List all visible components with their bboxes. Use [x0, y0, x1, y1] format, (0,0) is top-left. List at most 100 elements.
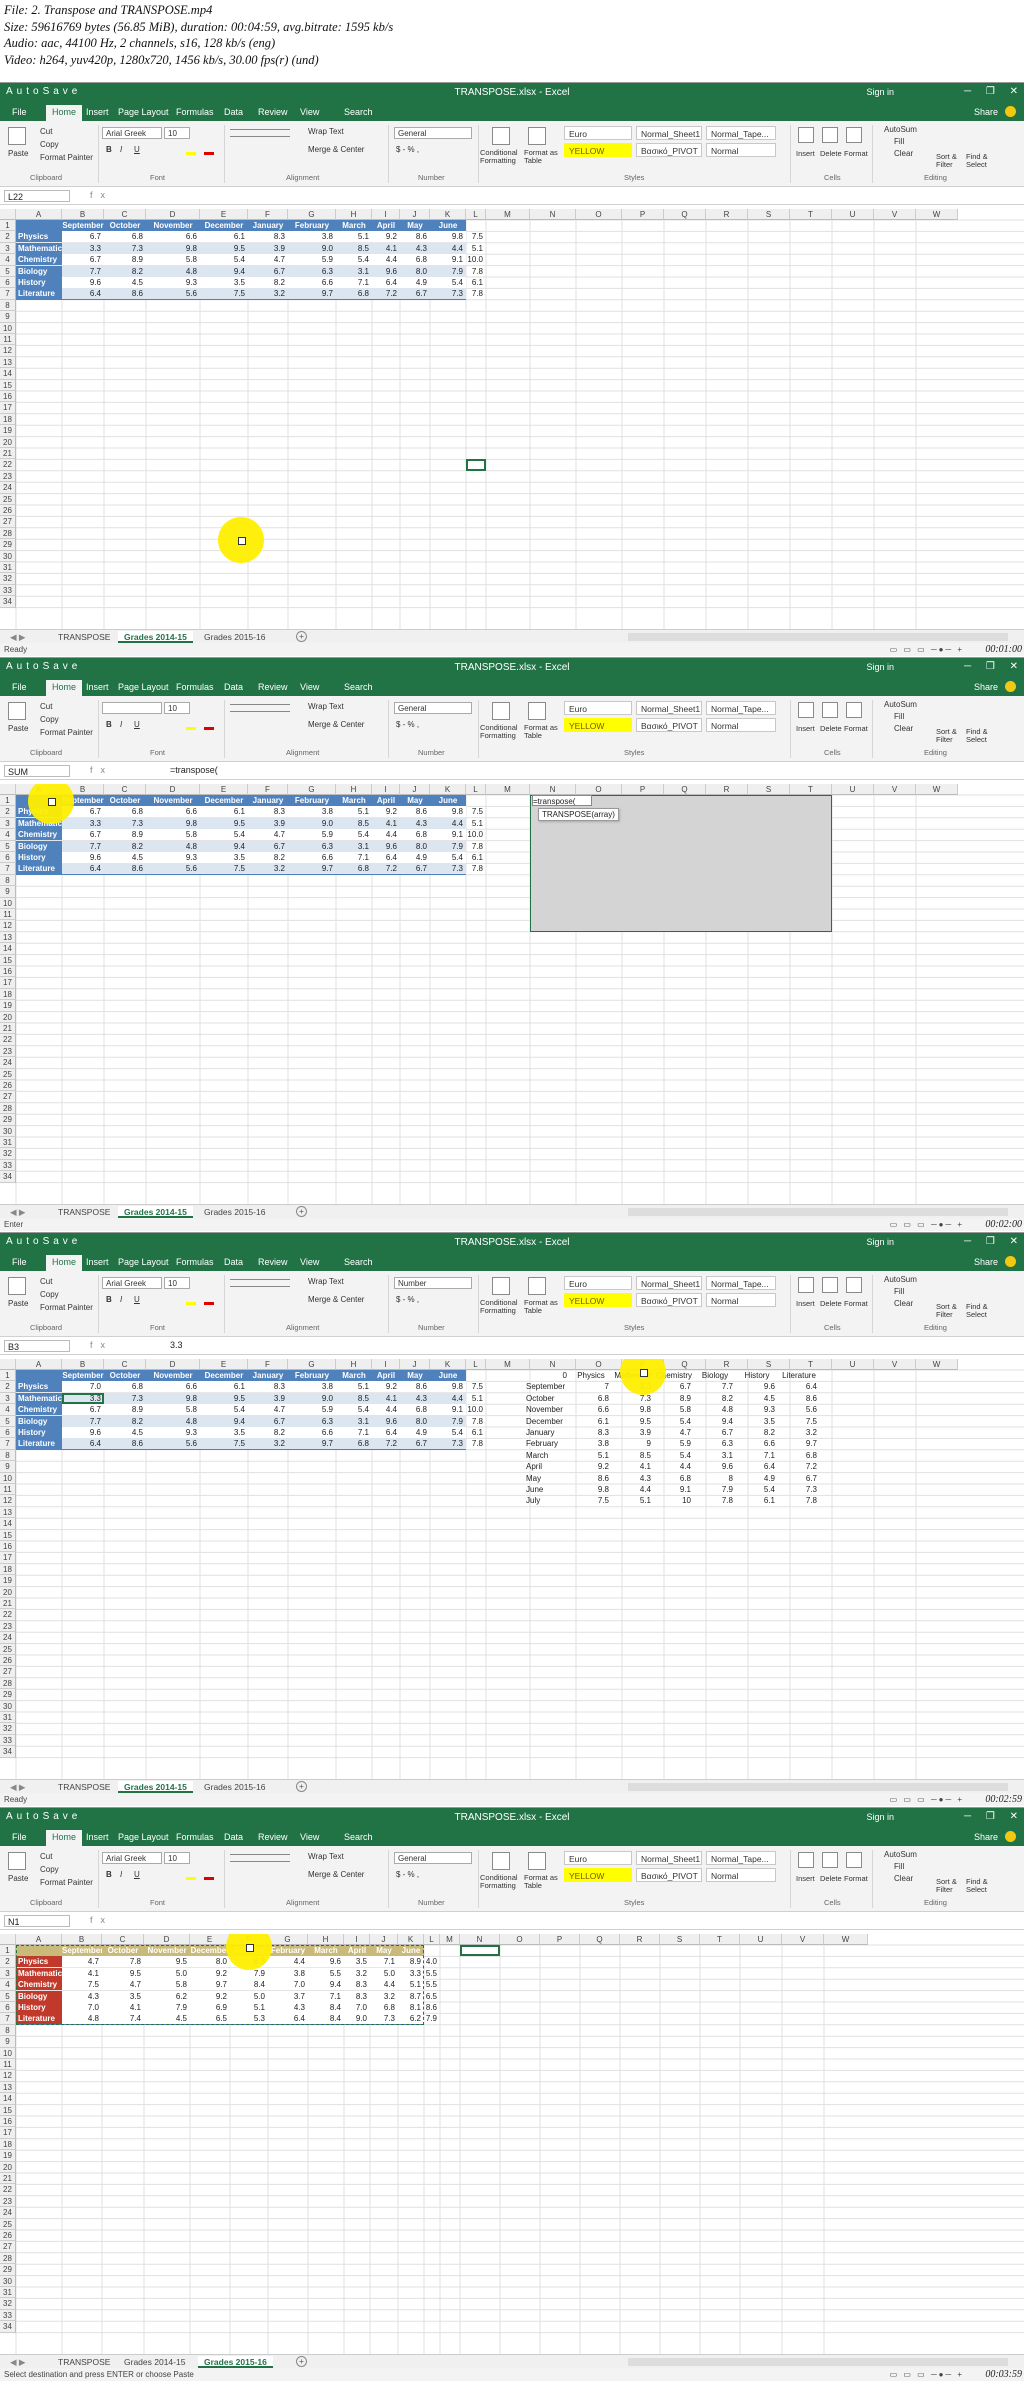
grade-cell[interactable]: 8.6 [104, 288, 146, 299]
row-header[interactable]: 22 [0, 459, 16, 471]
grade-cell[interactable]: 6.3 [288, 1416, 336, 1427]
row-header[interactable]: 34 [0, 596, 16, 608]
grade-cell[interactable]: 4.3 [400, 1393, 430, 1404]
column-header[interactable]: D [146, 784, 200, 795]
column-header[interactable]: W [916, 209, 958, 220]
row-header[interactable]: 28 [0, 1677, 16, 1690]
sheet-tab[interactable]: Grades 2014-15 [118, 631, 193, 643]
column-header[interactable]: F [248, 209, 288, 220]
row-header[interactable]: 2 [0, 1381, 16, 1393]
fx-icon[interactable]: fx [90, 1915, 113, 1925]
grade-cell[interactable]: 6.7 [62, 1404, 104, 1415]
row-header[interactable]: 21 [0, 1598, 16, 1610]
paste-button[interactable]: Paste [8, 149, 28, 158]
month-header[interactable]: July [466, 1370, 486, 1381]
grade-cell[interactable]: 4.3 [400, 818, 430, 829]
grade-cell[interactable]: 4.1 [372, 243, 400, 254]
month-header[interactable]: June [430, 1370, 466, 1381]
subject-cell[interactable]: Physics [16, 1381, 62, 1393]
column-header[interactable]: F [248, 784, 288, 795]
tell-me-search[interactable]: Search [344, 1832, 373, 1842]
month-header[interactable]: February [288, 1370, 336, 1381]
row-header[interactable]: 23 [0, 1620, 16, 1633]
format-cells-button[interactable]: Format [844, 724, 868, 733]
row-header[interactable]: 6 [0, 852, 16, 864]
grade-cell[interactable]: 9.7 [288, 1438, 336, 1449]
clear-button[interactable]: Clear [894, 1299, 913, 1308]
ribbon-tab-home[interactable]: Home [46, 680, 83, 696]
worksheet-grid[interactable]: ABCDEFGHIJKLMNOPQRSTUVW12345678910111213… [0, 1934, 1024, 2354]
grade-cell[interactable]: 9.7 [288, 288, 336, 299]
transposed-cell[interactable]: 6.6 [570, 1404, 612, 1415]
grade-cell[interactable]: 3.5 [200, 277, 248, 288]
row-header[interactable]: 12 [0, 1495, 16, 1507]
column-header[interactable]: Q [580, 1934, 620, 1945]
row-header[interactable]: 14 [0, 368, 16, 380]
grade-cell[interactable]: 3.9 [248, 1393, 288, 1404]
transposed-cell[interactable]: 5.1 [612, 1495, 654, 1506]
grade-cell[interactable]: 7.9 [430, 1416, 466, 1427]
transposed-cell[interactable]: 7.2 [778, 1461, 820, 1472]
grade-cell[interactable]: 8.3 [248, 231, 288, 242]
row-header[interactable]: 27 [0, 516, 16, 528]
formula-input[interactable]: =transpose( [170, 765, 218, 775]
style-normal-pivot[interactable]: Βασικό_PIVOT [636, 1868, 702, 1882]
grade-cell[interactable]: 3.2 [248, 863, 288, 874]
transposed-cell[interactable]: October [526, 1393, 570, 1404]
delete-cells-icon[interactable] [822, 127, 838, 143]
style-euro[interactable]: Euro [564, 1851, 632, 1865]
ribbon-tab-file[interactable]: File [12, 682, 27, 692]
month-header[interactable]: June [430, 220, 466, 231]
row-header[interactable]: 22 [0, 2184, 16, 2196]
row-header[interactable]: 18 [0, 988, 16, 1001]
column-header[interactable]: N [530, 1359, 576, 1370]
column-header[interactable]: Q [664, 1359, 706, 1370]
cut-button[interactable]: Cut [40, 127, 52, 136]
italic-button[interactable]: I [120, 720, 122, 729]
row-header[interactable]: 6 [0, 2002, 16, 2014]
grade-cell[interactable]: 9.8 [430, 806, 466, 817]
style-normal[interactable]: Normal [706, 143, 776, 157]
style-normal-pivot[interactable]: Βασικό_PIVOT [636, 143, 702, 157]
delete-cells-button[interactable]: Delete [820, 1299, 842, 1308]
row-header[interactable]: 19 [0, 1000, 16, 1012]
grade-cell[interactable]: 6.1 [466, 277, 486, 288]
horizontal-scrollbar[interactable] [628, 1208, 1008, 1216]
row-header[interactable]: 2 [0, 806, 16, 818]
row-header[interactable]: 1 [0, 1945, 16, 1957]
grade-cell[interactable]: 4.1 [372, 818, 400, 829]
grade-cell[interactable]: 9.6 [62, 277, 104, 288]
font-color-icon[interactable] [204, 720, 214, 730]
transposed-header-cell[interactable]: Physics [570, 1370, 612, 1381]
style-normal-tape[interactable]: Normal_Tape... [706, 1276, 776, 1290]
grade-cell[interactable]: 6.8 [336, 288, 372, 299]
delete-cells-icon[interactable] [822, 1277, 838, 1293]
column-header[interactable]: R [620, 1934, 660, 1945]
grade-cell[interactable]: 8.2 [104, 841, 146, 852]
column-header[interactable]: V [874, 209, 916, 220]
italic-button[interactable]: I [120, 145, 122, 154]
grade-cell[interactable]: 6.5 [424, 1991, 440, 2002]
row-header[interactable]: 10 [0, 1472, 16, 1484]
column-header[interactable]: G [288, 1359, 336, 1370]
column-header[interactable]: M [486, 784, 530, 795]
column-header[interactable]: L [466, 784, 486, 795]
grade-cell[interactable]: 6.8 [336, 863, 372, 874]
worksheet-grid[interactable]: ABCDEFGHIJKLMNOPQRSTUVW12345678910111213… [0, 784, 1024, 1204]
column-header[interactable]: N [460, 1934, 500, 1945]
transposed-cell[interactable]: January [526, 1427, 570, 1438]
row-header[interactable]: 23 [0, 470, 16, 483]
grade-cell[interactable]: 3.1 [336, 841, 372, 852]
row-header[interactable]: 22 [0, 1609, 16, 1621]
row-header[interactable]: 4 [0, 1404, 16, 1416]
transposed-cell[interactable]: 7.8 [694, 1495, 736, 1506]
row-header[interactable]: 19 [0, 1575, 16, 1587]
zoom-slider[interactable]: ▭ ▭ ▭ ─●─ + [890, 1220, 964, 1229]
underline-button[interactable]: U [134, 1295, 140, 1304]
column-header[interactable]: H [336, 1359, 372, 1370]
grade-cell[interactable]: 5.8 [146, 829, 200, 840]
clear-button[interactable]: Clear [894, 149, 913, 158]
row-header[interactable]: 17 [0, 402, 16, 414]
transposed-cell[interactable]: 8.2 [694, 1393, 736, 1404]
row-header[interactable]: 9 [0, 886, 16, 898]
